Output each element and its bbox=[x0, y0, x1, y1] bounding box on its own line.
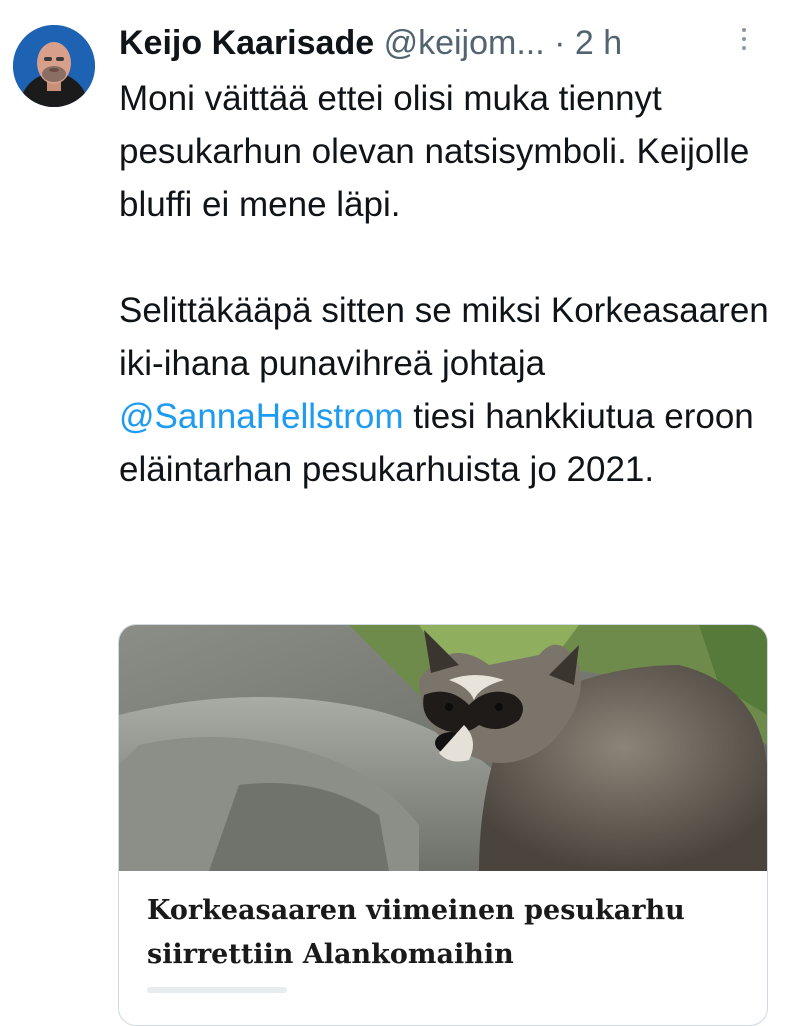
tweet-text: Moni väittää ettei olisi muka tiennyt pe… bbox=[119, 72, 774, 496]
link-card[interactable]: Korkeasaaren viimeinen pesukarhu siirret… bbox=[118, 624, 768, 1026]
more-vertical-icon[interactable] bbox=[738, 28, 750, 62]
timestamp[interactable]: 2 h bbox=[575, 24, 622, 62]
tweet-paragraph-2-start: Selittäkääpä sitten se miksi Korkeasaare… bbox=[119, 291, 769, 383]
tweet-paragraph-2: Selittäkääpä sitten se miksi Korkeasaare… bbox=[119, 284, 774, 496]
tweet-paragraph-1: Moni väittää ettei olisi muka tiennyt pe… bbox=[119, 79, 750, 224]
raccoon-photo bbox=[119, 625, 767, 871]
mention-link[interactable]: @SannaHellstrom bbox=[119, 397, 404, 436]
tweet-header: Keijo Kaarisade @keijom... · 2 h bbox=[119, 18, 769, 68]
avatar[interactable] bbox=[13, 25, 95, 107]
separator-dot: · bbox=[554, 24, 566, 62]
user-handle[interactable]: @keijom... bbox=[384, 24, 545, 62]
link-card-title[interactable]: Korkeasaaren viimeinen pesukarhu siirret… bbox=[147, 889, 747, 977]
display-name[interactable]: Keijo Kaarisade bbox=[119, 24, 374, 62]
tweet[interactable]: Keijo Kaarisade @keijom... · 2 h Moni vä… bbox=[0, 0, 789, 1026]
link-card-domain bbox=[147, 987, 287, 993]
